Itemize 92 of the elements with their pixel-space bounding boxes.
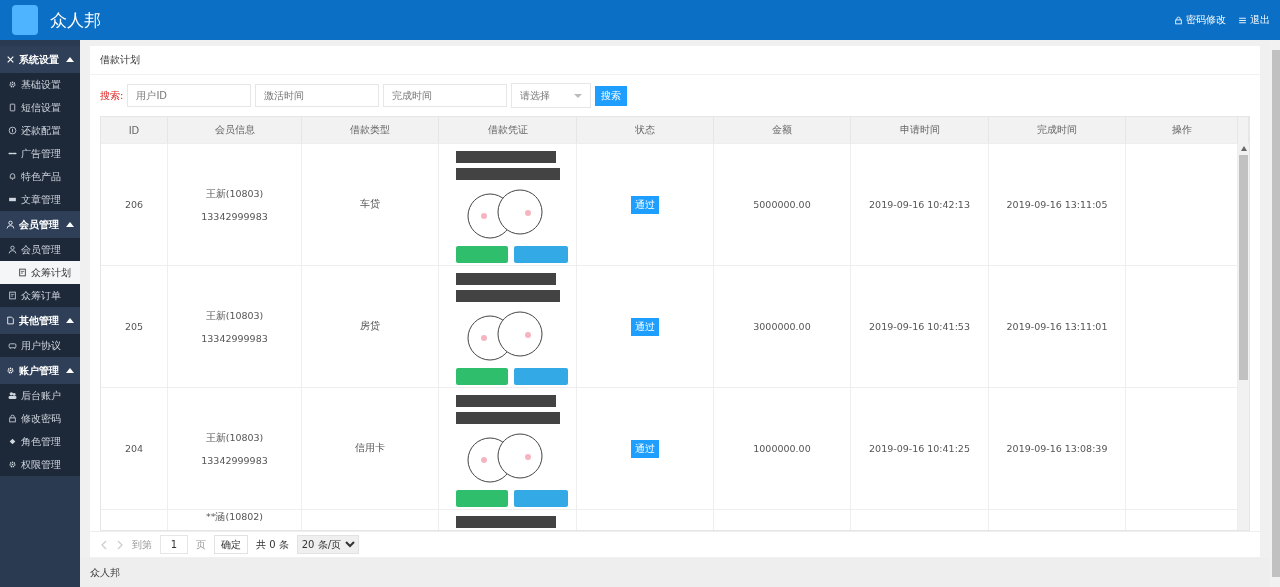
nav-item[interactable]: 特色产品 [0,165,80,188]
bell-icon [8,172,17,181]
phone-icon [8,103,17,112]
logo-icon [12,5,38,35]
table-cell: 2019-09-16 13:11:01 [1006,321,1108,332]
lock-icon [8,414,17,423]
gear-icon [8,80,17,89]
table-cell: 206 [124,199,144,210]
user-icon [6,220,15,229]
scroll-up-icon[interactable] [1240,146,1247,151]
file-icon [6,316,15,325]
bars-icon [8,195,17,204]
member-phone: 13342999983 [201,332,268,344]
header-link[interactable]: 密码修改 [1174,13,1226,27]
search-field[interactable]: 激活时间 [255,84,380,107]
status-badge: 通过 [631,317,659,336]
column-header: 申请时间 [851,117,989,143]
next-page-icon[interactable] [116,539,124,550]
nav-item[interactable]: 权限管理 [0,453,80,476]
member-name: **涵(10802) [205,511,264,524]
table-cell: 2019-09-16 10:41:25 [869,443,970,454]
table-cell: 3000000.00 [753,321,811,332]
table-cell: 205 [124,321,144,332]
nav-item[interactable]: 短信设置 [0,96,80,119]
nav-item[interactable]: 基础设置 [0,73,80,96]
nav-item[interactable]: 文章管理 [0,188,80,211]
nav-group-header[interactable]: 会员管理 [0,211,80,238]
column-header: 操作 [1126,117,1238,143]
gear-icon [6,366,15,375]
nav-item[interactable]: 广告管理 [0,142,80,165]
info-icon [8,126,17,135]
nav-group-header[interactable]: 其他管理 [0,307,80,334]
confirm-button[interactable]: 确定 [214,535,248,554]
car-icon [8,341,17,350]
user-icon [8,245,17,254]
nav-item[interactable]: 还款配置 [0,119,80,142]
users-icon [8,391,17,400]
column-header: 状态 [577,117,714,143]
nav-item[interactable]: 角色管理 [0,430,80,453]
nav-item[interactable]: 后台账户 [0,384,80,407]
status-badge: 通过 [631,439,659,458]
table-cell: 信用卡 [355,442,385,455]
table-cell: 2019-09-16 10:42:13 [869,199,970,210]
column-header: 完成时间 [989,117,1126,143]
page-size-select[interactable]: 20 条/页 [296,535,359,554]
app-title: 众人邦 [50,8,102,32]
table-cell: 2019-09-16 13:11:05 [1006,199,1108,210]
table-cell: 2019-09-16 13:08:39 [1006,443,1108,454]
member-name: 王新(10803) [205,309,264,323]
table-cell: 1000000.00 [753,443,811,454]
page-scrollbar[interactable] [1271,50,1280,577]
header-link[interactable]: 退出 [1238,13,1270,27]
scrollbar[interactable] [1238,143,1249,530]
table-cell: 2019-09-16 10:41:53 [869,321,970,332]
panel-title: 借款计划 [90,46,1260,75]
member-phone: 13342999983 [201,454,268,466]
column-header: 金额 [714,117,851,143]
prev-page-icon[interactable] [100,539,108,550]
page-unit: 页 [196,537,206,552]
search-field[interactable]: 完成时间 [383,84,508,107]
nav-group-header[interactable]: 系统设置 [0,46,80,73]
column-header: 会员信息 [168,117,302,143]
tools-icon [6,55,15,64]
goto-label: 到第 [132,537,152,552]
table-cell: 204 [124,443,144,454]
lock-icon [1174,15,1183,25]
status-badge: 通过 [631,195,659,214]
table-cell: 5000000.00 [753,199,811,210]
nav-item[interactable]: 众筹订单 [0,284,80,307]
search-label: 搜索: [100,88,124,103]
member-name: 王新(10803) [205,431,264,445]
doc-icon [18,268,27,277]
list-icon [1238,15,1247,25]
gear-icon [8,460,17,469]
table-cell: 房贷 [360,320,380,333]
column-header: 借款凭证 [439,117,577,143]
doc-icon [8,291,17,300]
search-field[interactable]: 用户ID [127,84,252,107]
total-count: 共 0 条 [256,537,289,552]
nav-group-header[interactable]: 账户管理 [0,357,80,384]
footer-text: 众人邦 [90,565,120,580]
table-cell: 车贷 [360,198,380,211]
nav-item[interactable]: 用户协议 [0,334,80,357]
member-phone: 13342999983 [201,210,268,222]
nav-item[interactable]: 众筹计划 [0,261,80,284]
nav-item[interactable]: 会员管理 [0,238,80,261]
nav-item[interactable]: 修改密码 [0,407,80,430]
page-input[interactable]: 1 [160,535,188,554]
column-header: 借款类型 [302,117,439,143]
column-header: ID [101,117,168,143]
member-name: 王新(10803) [205,187,264,201]
status-select[interactable]: 请选择 [511,83,592,108]
